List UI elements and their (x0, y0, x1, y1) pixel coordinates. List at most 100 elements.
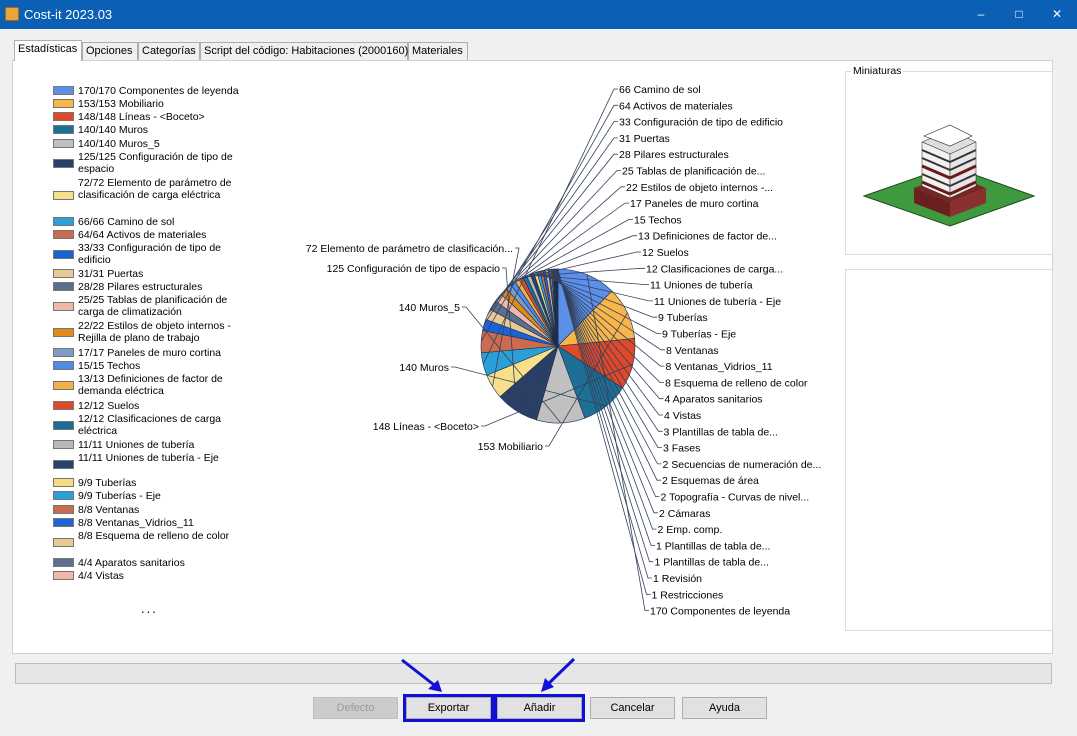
legend-label: 8/8 Ventanas_Vidrios_11 (78, 517, 194, 529)
tab-materiales[interactable]: Materiales (408, 42, 468, 60)
slice-label: 1 Plantillas de tabla de... (655, 557, 769, 569)
slice-label: 33 Configuración de tipo de edificio (619, 117, 783, 129)
legend-swatch (53, 421, 74, 430)
slice-label: 4 Vistas (664, 410, 701, 422)
slice-label: 17 Paneles de muro cortina (630, 198, 759, 210)
legend-swatch (53, 440, 74, 449)
slice-label: 9 Tuberías - Eje (662, 329, 736, 341)
arrow-to-export-icon (401, 658, 442, 692)
legend-label: 17/17 Paneles de muro cortina (78, 347, 222, 359)
legend-swatch (53, 491, 74, 500)
legend-label: 33/33 Configuración de tipo de edificio (78, 242, 222, 266)
tab-script-codigo[interactable]: Script del código: Habitaciones (2000160… (200, 42, 408, 60)
tab-opciones[interactable]: Opciones (82, 42, 138, 60)
legend-swatch (53, 538, 74, 547)
legend-swatch (53, 217, 74, 226)
legend-swatch (53, 125, 74, 134)
thumbnails-group: Miniaturas (845, 65, 1053, 255)
legend-swatch (53, 571, 74, 580)
slice-label: 170 Componentes de leyenda (650, 606, 790, 618)
legend-label: 8/8 Esquema de relleno de color (78, 530, 230, 542)
help-button[interactable]: Ayuda (682, 697, 767, 719)
maximize-button[interactable]: □ (1000, 0, 1038, 29)
close-button[interactable]: ✕ (1038, 0, 1076, 29)
slice-label: 1 Revisión (653, 573, 702, 585)
slice-label: 140 Muros (399, 362, 449, 374)
legend-swatch (53, 191, 74, 200)
slice-label: 2 Cámaras (659, 508, 710, 520)
legend-swatch (53, 348, 74, 357)
slice-label: 2 Esquemas de área (662, 475, 759, 487)
slice-label: 13 Definiciones de factor de... (638, 231, 777, 243)
legend-label: 22/22 Estilos de objeto internos - Rejil… (78, 320, 231, 344)
slice-label: 64 Activos de materiales (619, 100, 733, 112)
default-button[interactable]: Defecto (313, 697, 398, 719)
slice-label: 4 Aparatos sanitarios (665, 394, 763, 406)
slice-label: 22 Estilos de objeto internos -... (626, 182, 773, 194)
legend-label: 148/148 Líneas - <Boceto> (78, 111, 205, 123)
slice-label: 11 Uniones de tubería (650, 280, 753, 292)
slice-label: 12 Suelos (642, 247, 689, 259)
slice-label: 148 Líneas - <Boceto> (373, 421, 479, 433)
legend-label: 13/13 Definiciones de factor de demanda … (78, 373, 223, 397)
legend-label: 4/4 Aparatos sanitarios (78, 557, 185, 569)
legend-swatch (53, 518, 74, 527)
legend-label: 153/153 Mobiliario (78, 98, 164, 110)
legend-label: 170/170 Componentes de leyenda (78, 85, 239, 97)
legend-swatch (53, 282, 74, 291)
legend-label: 4/4 Vistas (78, 570, 124, 582)
slice-label: 15 Techos (634, 214, 682, 226)
slice-label: 8 Ventanas (666, 345, 719, 357)
legend-label: 31/31 Puertas (78, 268, 144, 280)
slice-label: 153 Mobiliario (478, 441, 544, 453)
legend-swatch (53, 86, 74, 95)
export-button[interactable]: Exportar (403, 694, 494, 722)
slice-label: 3 Fases (663, 443, 700, 455)
slice-label: 66 Camino de sol (619, 84, 701, 96)
slice-label: 25 Tablas de planificación de... (622, 166, 765, 178)
slice-label: 8 Esquema de relleno de color (665, 377, 808, 389)
building-thumbnail (862, 124, 1036, 227)
slice-label: 31 Puertas (619, 133, 670, 145)
legend-swatch (53, 159, 74, 168)
slice-label: 2 Topografía - Curvas de nivel... (661, 492, 810, 504)
slice-label: 1 Plantillas de tabla de... (656, 540, 770, 552)
tab-estadisticas[interactable]: Estadísticas (14, 40, 82, 61)
cancel-button[interactable]: Cancelar (590, 697, 675, 719)
legend-label: 15/15 Techos (78, 360, 141, 372)
slice-label: 2 Emp. comp. (658, 524, 723, 536)
legend-label: 28/28 Pilares estructurales (78, 281, 203, 293)
slice-label: 12 Clasificaciones de carga... (646, 263, 783, 275)
slice-label: 11 Uniones de tubería - Eje (654, 296, 781, 308)
app-icon (5, 7, 19, 21)
minimize-button[interactable]: – (962, 0, 1000, 29)
preview-group (845, 269, 1053, 631)
legend-label: 140/140 Muros_5 (78, 138, 160, 150)
progress-bar (15, 663, 1052, 684)
legend-swatch (53, 269, 74, 278)
slice-label: 125 Configuración de tipo de espacio (327, 263, 501, 275)
legend-label: 12/12 Clasificaciones de carga eléctrica (78, 413, 222, 437)
legend-swatch (53, 302, 74, 311)
add-button[interactable]: Añadir (494, 694, 585, 722)
legend-label: 64/64 Activos de materiales (78, 229, 207, 241)
title-bar: Cost-it 2023.03 – □ ✕ (0, 0, 1077, 29)
tab-categorias[interactable]: Categorías (138, 42, 200, 60)
slice-label: 9 Tuberías (658, 312, 708, 324)
statistics-panel: 170/170 Componentes de leyenda 153/153 Mo… (12, 60, 1053, 654)
slice-label: 72 Elemento de parámetro de clasificació… (306, 243, 513, 255)
legend-swatch (53, 328, 74, 337)
legend-label: 140/140 Muros (78, 124, 149, 136)
pie-chart: 66 Camino de sol 64 Activos de materiales… (306, 84, 822, 618)
slice-label: 2 Secuencias de numeración de... (663, 459, 822, 471)
legend-label: 25/25 Tablas de planificación de carga d… (78, 294, 228, 318)
thumbnails-title: Miniaturas (851, 65, 904, 77)
legend-label: 11/11 Uniones de tubería - Eje (78, 452, 219, 464)
window-title: Cost-it 2023.03 (24, 7, 113, 22)
legend-swatch (53, 505, 74, 514)
legend-more-indicator: ... (141, 601, 158, 616)
legend-swatch (53, 401, 74, 410)
slice-label: 3 Plantillas de tabla de... (664, 426, 778, 438)
legend-swatch (53, 250, 74, 259)
slice-label: 28 Pilares estructurales (619, 149, 729, 161)
